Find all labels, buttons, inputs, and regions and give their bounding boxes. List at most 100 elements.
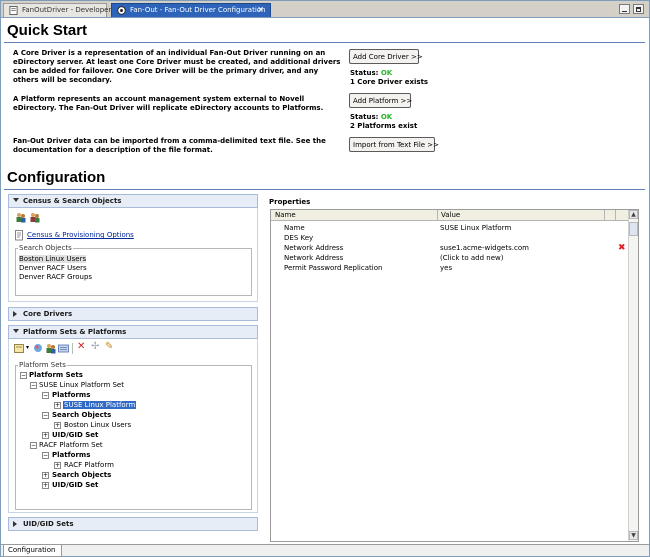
column-divider[interactable] bbox=[604, 210, 605, 221]
close-tab-icon[interactable]: ✕ bbox=[257, 5, 264, 14]
property-row[interactable]: Permit Password Replication yes bbox=[271, 263, 628, 273]
property-row[interactable]: DES Key bbox=[271, 233, 628, 243]
collapse-toggle[interactable]: − bbox=[42, 412, 49, 419]
property-value[interactable]: SUSE Linux Platform bbox=[440, 224, 511, 232]
status-ok-badge: OK bbox=[380, 69, 393, 77]
property-value[interactable]: suse1.acme-widgets.com bbox=[440, 244, 529, 252]
core-driver-description: A Core Driver is a representation of an … bbox=[13, 49, 341, 84]
delete-icon[interactable]: ✕ bbox=[77, 341, 85, 352]
collapse-toggle[interactable]: − bbox=[20, 372, 27, 379]
search-object-item[interactable]: Denver RACF Users bbox=[19, 264, 87, 272]
dropdown-arrow-icon[interactable]: ▾ bbox=[26, 344, 29, 351]
platform-count: 2 Platforms exist bbox=[350, 122, 418, 130]
add-search-object-icon[interactable] bbox=[45, 343, 56, 354]
tree-platform-item-selected[interactable]: SUSE Linux Platform bbox=[63, 401, 137, 409]
group-label: Search Objects bbox=[18, 244, 73, 252]
expand-toggle[interactable]: + bbox=[42, 432, 49, 439]
expand-toggle[interactable]: + bbox=[54, 462, 61, 469]
options-document-icon bbox=[15, 230, 23, 241]
edit-pencil-icon[interactable]: ✎ bbox=[105, 341, 113, 352]
move-icon[interactable]: ✢ bbox=[91, 341, 99, 352]
status-label: Status: bbox=[350, 113, 379, 121]
platform-sets-group: Platform Sets − Platform Sets − SUSE Lin… bbox=[15, 361, 252, 510]
tab-fanout-driver-configuration[interactable]: Fan-Out - Fan-Out Driver Configuration ✕ bbox=[111, 3, 271, 17]
add-uid-gid-set-icon[interactable] bbox=[58, 343, 69, 354]
tree-item-label: SUSE Linux Platform bbox=[63, 401, 137, 409]
collapse-toggle[interactable]: − bbox=[42, 392, 49, 399]
bottom-tab-bar: Configuration bbox=[1, 544, 649, 557]
column-divider[interactable] bbox=[615, 210, 616, 221]
scroll-down-button[interactable]: ▼ bbox=[629, 531, 638, 540]
uid-gid-sets-section-header[interactable]: UID/GID Sets bbox=[8, 517, 258, 531]
column-header-name[interactable]: Name bbox=[272, 211, 296, 219]
expand-toggle[interactable]: + bbox=[42, 472, 49, 479]
expand-toggle-icon[interactable] bbox=[13, 311, 17, 317]
core-drivers-section-header[interactable]: Core Drivers bbox=[8, 307, 258, 321]
tree-search-objects-folder[interactable]: Search Objects bbox=[52, 471, 111, 479]
expand-toggle-icon[interactable] bbox=[13, 329, 19, 333]
expand-toggle[interactable]: + bbox=[54, 402, 61, 409]
tab-fanoutdriver-developer[interactable]: FanOutDriver - Developer bbox=[3, 3, 111, 17]
tree-platform-item[interactable]: RACF Platform bbox=[64, 461, 114, 469]
search-object-item[interactable]: Denver RACF Groups bbox=[19, 273, 92, 281]
property-row[interactable]: Name SUSE Linux Platform bbox=[271, 223, 628, 233]
column-header-value[interactable]: Value bbox=[438, 211, 460, 219]
tree-uid-gid-set[interactable]: UID/GID Set bbox=[52, 481, 98, 489]
property-name: Network Address bbox=[284, 244, 344, 252]
tab-label: Fan-Out - Fan-Out Driver Configuration bbox=[130, 6, 266, 14]
add-platform-icon[interactable] bbox=[33, 343, 44, 354]
tree-platform-set[interactable]: SUSE Linux Platform Set bbox=[39, 381, 124, 389]
collapse-toggle[interactable]: − bbox=[30, 442, 37, 449]
property-row[interactable]: Network Address suse1.acme-widgets.com ✖ bbox=[271, 243, 628, 253]
new-platform-set-icon[interactable] bbox=[14, 343, 25, 354]
add-platform-button[interactable]: Add Platform >> bbox=[349, 93, 412, 108]
configuration-title: Configuration bbox=[7, 169, 106, 186]
census-search-objects-section-header[interactable]: Census & Search Objects bbox=[8, 194, 258, 208]
tree-search-object-item[interactable]: Boston Linux Users bbox=[64, 421, 131, 429]
search-object-item[interactable]: Boston Linux Users bbox=[19, 255, 87, 263]
platform-sets-section-header[interactable]: Platform Sets & Platforms bbox=[8, 325, 258, 339]
expand-toggle-icon[interactable] bbox=[13, 198, 19, 202]
tree-search-objects-folder[interactable]: Search Objects bbox=[52, 411, 111, 419]
tree-root-platform-sets[interactable]: Platform Sets bbox=[29, 371, 83, 379]
scroll-thumb[interactable] bbox=[629, 222, 638, 236]
tree-platform-set[interactable]: RACF Platform Set bbox=[39, 441, 103, 449]
property-value[interactable]: (Click to add new) bbox=[440, 254, 504, 262]
add-census-icon[interactable] bbox=[15, 212, 26, 223]
tab-label: FanOutDriver - Developer bbox=[22, 6, 112, 14]
delete-value-icon[interactable]: ✖ bbox=[618, 244, 626, 253]
section-title: Census & Search Objects bbox=[23, 197, 122, 205]
section-divider bbox=[4, 42, 645, 43]
editor-window: FanOutDriver - Developer Fan-Out - Fan-O… bbox=[0, 0, 650, 557]
properties-scrollbar[interactable]: ▲ ▼ bbox=[628, 210, 638, 541]
tab-configuration[interactable]: Configuration bbox=[3, 545, 63, 557]
window-controls bbox=[619, 4, 645, 15]
add-core-driver-button[interactable]: Add Core Driver >> bbox=[349, 49, 423, 64]
section-title: Platform Sets & Platforms bbox=[23, 328, 127, 336]
properties-header-row: Name Value bbox=[271, 210, 628, 221]
properties-table: Name Value Name SUSE Linux Platform DES … bbox=[270, 209, 639, 542]
collapse-toggle[interactable]: − bbox=[42, 452, 49, 459]
scroll-up-button[interactable]: ▲ bbox=[629, 210, 638, 219]
census-provisioning-options-link[interactable]: Census & Provisioning Options bbox=[27, 231, 134, 239]
core-driver-status: Status: OK 1 Core Driver exists bbox=[350, 69, 428, 87]
expand-toggle[interactable]: + bbox=[54, 422, 61, 429]
platform-status: Status: OK 2 Platforms exist bbox=[350, 113, 417, 131]
property-value[interactable]: yes bbox=[440, 264, 452, 272]
maximize-button[interactable] bbox=[633, 4, 644, 14]
collapse-toggle[interactable]: − bbox=[30, 382, 37, 389]
property-row[interactable]: Network Address (Click to add new) bbox=[271, 253, 628, 263]
group-label: Platform Sets bbox=[18, 361, 67, 369]
driver-icon bbox=[117, 6, 126, 15]
tree-platforms-folder[interactable]: Platforms bbox=[52, 451, 90, 459]
import-from-text-file-button[interactable]: Import from Text File >> bbox=[349, 137, 439, 152]
expand-toggle-icon[interactable] bbox=[13, 521, 17, 527]
expand-toggle[interactable]: + bbox=[42, 482, 49, 489]
minimize-button[interactable] bbox=[619, 4, 630, 14]
tree-platforms-folder[interactable]: Platforms bbox=[52, 391, 90, 399]
status-label: Status: bbox=[350, 69, 379, 77]
tree-uid-gid-set[interactable]: UID/GID Set bbox=[52, 431, 98, 439]
core-driver-count: 1 Core Driver exists bbox=[350, 78, 429, 86]
property-name: Network Address bbox=[284, 254, 344, 262]
add-search-object-icon[interactable] bbox=[29, 212, 40, 223]
